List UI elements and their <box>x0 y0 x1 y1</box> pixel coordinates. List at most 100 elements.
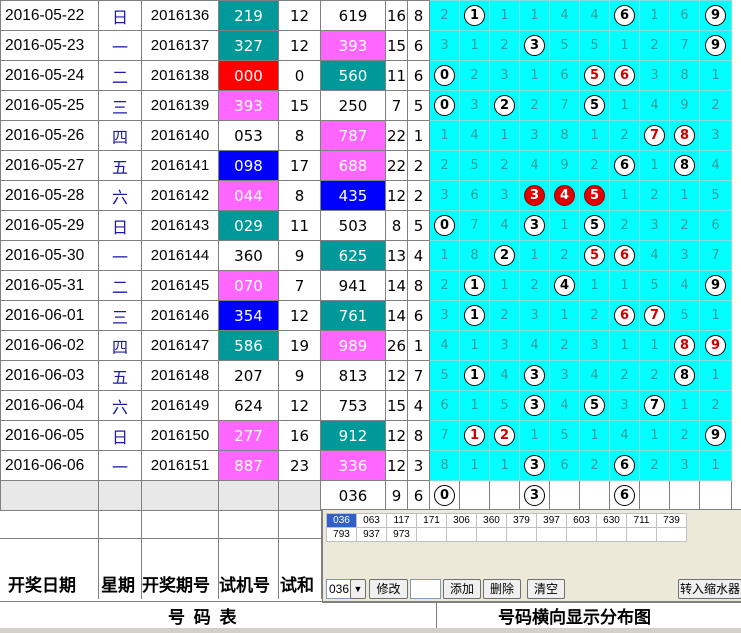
span-value: 6 <box>407 300 430 331</box>
distribution-cell: 4 <box>699 150 732 181</box>
issue-number: 2016139 <box>141 90 219 121</box>
number-list-empty[interactable] <box>566 527 597 542</box>
span-value: 5 <box>407 90 430 121</box>
distribution-cell: 1 <box>459 0 490 31</box>
draw-date: 2016-05-25 <box>0 90 99 121</box>
distribution-cell: 1 <box>519 240 550 271</box>
clear-button[interactable]: 清空 <box>527 579 565 599</box>
number-list-item[interactable]: 360 <box>476 513 507 528</box>
result-number: 336 <box>320 450 386 481</box>
number-list-item[interactable]: 630 <box>596 513 627 528</box>
distribution-cell: 3 <box>699 120 732 151</box>
horizontal-scrollbar[interactable] <box>0 628 741 633</box>
number-list-item[interactable]: 739 <box>656 513 687 528</box>
distribution-cell: 2 <box>609 210 640 241</box>
drawn-digit-ball: 5 <box>584 395 605 416</box>
number-list-empty[interactable] <box>476 527 507 542</box>
issue-number: 2016147 <box>141 330 219 361</box>
number-list-item[interactable]: 171 <box>416 513 447 528</box>
issue-number: 2016144 <box>141 240 219 271</box>
drawn-digit-ball: 9 <box>705 335 726 356</box>
distribution-cell: 1 <box>609 270 640 301</box>
weekday: 五 <box>98 150 142 181</box>
add-button[interactable]: 添加 <box>443 579 481 599</box>
distribution-cell: 8 <box>429 450 460 481</box>
number-list-item[interactable]: 379 <box>506 513 537 528</box>
span-value: 4 <box>407 390 430 421</box>
dropdown-arrow-icon[interactable]: ▼ <box>350 579 366 599</box>
number-list-item[interactable]: 063 <box>356 513 387 528</box>
drawn-digit-ball: 1 <box>464 425 485 446</box>
draw-date: 2016-05-29 <box>0 210 99 241</box>
distribution-cell: 1 <box>699 450 732 481</box>
number-list-item[interactable]: 036 <box>326 513 357 528</box>
issue-number: 2016146 <box>141 300 219 331</box>
number-list[interactable]: 036 063 117 171 306 360 379 397 603 630 711 739 793… <box>326 513 687 542</box>
number-list-item[interactable]: 603 <box>566 513 597 528</box>
draw-date: 2016-06-06 <box>0 450 99 481</box>
number-select[interactable]: 036 <box>326 579 352 599</box>
span-value: 5 <box>407 210 430 241</box>
number-input[interactable] <box>410 579 441 599</box>
distribution-cell: 1 <box>549 300 580 331</box>
result-sum: 15 <box>385 30 408 61</box>
number-list-empty[interactable] <box>626 527 657 542</box>
test-sum: 17 <box>278 150 321 181</box>
distribution-cell: 1 <box>489 450 520 481</box>
transfer-to-reducer-button[interactable]: 转入缩水器 <box>678 579 741 599</box>
modify-button[interactable]: 修改 <box>369 579 408 599</box>
distribution-cell: 3 <box>519 300 550 331</box>
distribution-cell: 7 <box>639 390 670 421</box>
draw-date: 2016-05-22 <box>0 0 99 31</box>
test-number: 053 <box>218 120 279 151</box>
distribution-cell: 3 <box>639 210 670 241</box>
span-value: 2 <box>407 150 430 181</box>
result-number: 787 <box>320 120 386 151</box>
test-number: 887 <box>218 450 279 481</box>
span-value: 4 <box>407 240 430 271</box>
number-list-item[interactable]: 397 <box>536 513 567 528</box>
distribution-cell: 5 <box>549 30 580 61</box>
result-sum: 13 <box>385 240 408 271</box>
result-number: 503 <box>320 210 386 241</box>
draw-date: 2016-06-01 <box>0 300 99 331</box>
summary-digit-ball: 0 <box>434 485 455 506</box>
table-row: 2016-05-24 二 2016138 000 0 560 11 6 0 2 3 1 6 5 6 3 8 1 <box>0 60 732 91</box>
weekday: 一 <box>98 30 142 61</box>
distribution-cell: 7 <box>669 30 700 61</box>
number-list-empty[interactable] <box>536 527 567 542</box>
distribution-cell: 9 <box>699 0 732 31</box>
summary-empty <box>141 480 219 511</box>
distribution-cell: 2 <box>699 390 732 421</box>
summary-empty <box>278 480 321 511</box>
number-list-empty[interactable] <box>596 527 627 542</box>
distribution-cell: 5 <box>579 390 610 421</box>
weekday: 四 <box>98 120 142 151</box>
number-list-item[interactable]: 117 <box>386 513 417 528</box>
test-number: 393 <box>218 90 279 121</box>
number-list-empty[interactable] <box>416 527 447 542</box>
distribution-cell: 4 <box>549 270 580 301</box>
number-list-item[interactable]: 973 <box>386 527 417 542</box>
distribution-cell: 1 <box>489 120 520 151</box>
number-list-empty[interactable] <box>446 527 477 542</box>
distribution-cell: 3 <box>429 30 460 61</box>
number-list-item[interactable]: 306 <box>446 513 477 528</box>
header-divider <box>0 538 322 539</box>
number-list-item[interactable]: 793 <box>326 527 357 542</box>
summary-result: 036 <box>320 480 386 511</box>
distribution-cell: 5 <box>579 60 610 91</box>
distribution-cell: 6 <box>429 390 460 421</box>
number-list-empty[interactable] <box>656 527 687 542</box>
distribution-cell: 6 <box>609 450 640 481</box>
header-issue-number: 开奖期号 <box>142 576 210 595</box>
number-list-item[interactable]: 937 <box>356 527 387 542</box>
drawn-digit-ball: 1 <box>464 305 485 326</box>
delete-button[interactable]: 删除 <box>483 579 521 599</box>
drawn-digit-ball: 0 <box>434 215 455 236</box>
distribution-cell: 2 <box>579 300 610 331</box>
number-list-empty[interactable] <box>506 527 537 542</box>
result-sum: 22 <box>385 120 408 151</box>
number-list-item[interactable]: 711 <box>626 513 657 528</box>
summary-empty <box>98 480 142 511</box>
